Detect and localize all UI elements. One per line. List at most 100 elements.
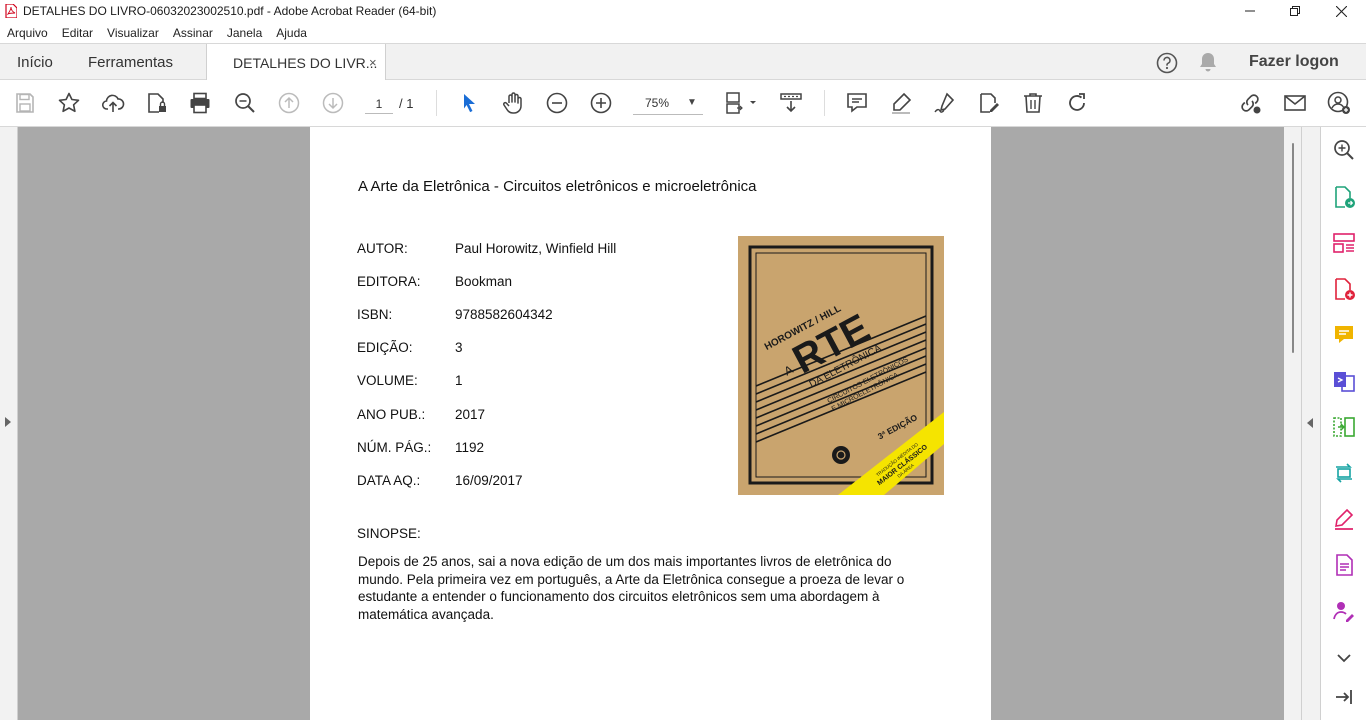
save-button[interactable]: [13, 91, 37, 115]
edit-pdf-tool[interactable]: [1331, 552, 1357, 578]
synopsis-label: SINOPSE:: [357, 526, 421, 541]
restore-icon: [1290, 6, 1300, 16]
select-tool-button[interactable]: [457, 91, 481, 115]
document-viewer[interactable]: A Arte da Eletrônica - Circuitos eletrôn…: [0, 127, 1320, 720]
chevron-down-icon: ▼: [687, 97, 697, 108]
convert-tool[interactable]: [1331, 460, 1357, 486]
upload-button[interactable]: [101, 91, 125, 115]
create-pdf-tool[interactable]: [1331, 276, 1357, 302]
title-bar: DETALHES DO LIVRO-06032023002510.pdf - A…: [0, 0, 1366, 22]
organize-pages-icon: [1333, 233, 1355, 253]
bookmark-button[interactable]: [57, 91, 81, 115]
field-value-publisher: Bookman: [455, 274, 513, 289]
chevron-right-icon: [5, 417, 11, 427]
fill-sign-tool[interactable]: [1331, 506, 1357, 532]
find-button[interactable]: [233, 91, 257, 115]
rotate-button[interactable]: [1065, 91, 1089, 115]
menu-arquivo[interactable]: Arquivo: [0, 26, 55, 40]
zoom-search-tool[interactable]: [1331, 137, 1357, 163]
upload-cloud-icon: [101, 94, 125, 112]
close-icon: [1335, 5, 1347, 17]
acrobat-app-icon: [5, 4, 17, 18]
combine-files-icon: [1334, 372, 1355, 392]
menu-visualizar[interactable]: Visualizar: [100, 26, 166, 40]
compress-tool[interactable]: [1331, 414, 1357, 440]
zoom-out-button[interactable]: [545, 91, 569, 115]
edit-button[interactable]: [977, 91, 1001, 115]
comment-icon: [1335, 326, 1353, 343]
scroll-mode-button[interactable]: [779, 91, 803, 115]
help-icon[interactable]: [1156, 52, 1178, 74]
share-link-icon: [1241, 94, 1261, 114]
menu-assinar[interactable]: Assinar: [166, 26, 220, 40]
close-window-button[interactable]: [1318, 0, 1364, 22]
login-button[interactable]: Fazer logon: [1249, 53, 1339, 71]
export-pdf-icon: [1335, 186, 1355, 208]
field-value-edition: 3: [455, 340, 463, 355]
comment-tool[interactable]: [1331, 322, 1357, 348]
menu-janela[interactable]: Janela: [220, 26, 269, 40]
field-value-volume: 1: [455, 373, 463, 388]
delete-button[interactable]: [1021, 91, 1045, 115]
email-button[interactable]: [1283, 91, 1307, 115]
next-page-button[interactable]: [321, 91, 345, 115]
toolbar-divider: [436, 90, 437, 116]
zoom-dropdown[interactable]: 75% ▼: [633, 93, 703, 115]
scrollbar-thumb[interactable]: [1292, 143, 1294, 353]
tab-document-label: DETALHES DO LIVR...: [233, 54, 378, 71]
field-label-year: ANO PUB.:: [357, 407, 426, 422]
combine-files-tool[interactable]: [1331, 368, 1357, 394]
left-pane-toggle[interactable]: [0, 127, 18, 720]
previous-page-button[interactable]: [277, 91, 301, 115]
share-link-button[interactable]: [1238, 91, 1262, 115]
book-title: A Arte da Eletrônica - Circuitos eletrôn…: [358, 178, 757, 195]
field-value-year: 2017: [455, 407, 486, 422]
protect-button[interactable]: [145, 91, 169, 115]
menu-ajuda[interactable]: Ajuda: [269, 26, 314, 40]
highlight-pen-icon: [892, 92, 912, 114]
publisher-logo: [832, 446, 850, 464]
fill-sign-icon: [1335, 508, 1354, 530]
restore-button[interactable]: [1272, 0, 1318, 22]
tab-home[interactable]: Início: [17, 44, 53, 80]
minimize-button[interactable]: [1227, 0, 1273, 22]
pdf-page: A Arte da Eletrônica - Circuitos eletrôn…: [310, 127, 991, 720]
collapse-pane-button[interactable]: [1331, 684, 1357, 710]
highlight-button[interactable]: [889, 91, 913, 115]
field-label-acquired: DATA AQ.:: [357, 473, 421, 488]
share-people-button[interactable]: [1327, 91, 1351, 115]
field-label-volume: VOLUME:: [357, 373, 418, 388]
comment-icon: [847, 93, 867, 113]
right-pane-toggle[interactable]: [1301, 127, 1320, 720]
notifications-bell-icon[interactable]: [1198, 51, 1218, 73]
save-icon: [16, 93, 34, 113]
scroll-mode-icon: [780, 93, 802, 113]
email-icon: [1284, 95, 1306, 111]
minimize-icon: [1245, 10, 1255, 12]
tab-tools[interactable]: Ferramentas: [88, 44, 173, 80]
sign-button[interactable]: [933, 91, 957, 115]
fit-page-icon: [726, 92, 756, 114]
main-toolbar: / 1 75% ▼: [0, 80, 1366, 127]
zoom-search-icon: [1334, 140, 1354, 160]
book-cover-art: HOROWITZ / HILL A RTE DA ELETRÔNICA CIRC…: [738, 236, 944, 495]
tab-close-icon[interactable]: ×: [369, 55, 377, 70]
comment-button[interactable]: [845, 91, 869, 115]
menu-editar[interactable]: Editar: [55, 26, 100, 40]
more-tools-button[interactable]: [1331, 645, 1357, 671]
request-signature-tool[interactable]: [1331, 598, 1357, 624]
print-button[interactable]: [188, 91, 212, 115]
field-value-pages: 1192: [455, 440, 485, 455]
synopsis-text: Depois de 25 anos, sai a nova edição de …: [358, 554, 905, 622]
toolbar-divider: [824, 90, 825, 116]
organize-pages-tool[interactable]: [1331, 230, 1357, 256]
export-pdf-tool[interactable]: [1331, 184, 1357, 210]
vertical-scrollbar[interactable]: [1284, 127, 1301, 720]
page-display-button[interactable]: [724, 91, 758, 115]
zoom-in-button[interactable]: [589, 91, 613, 115]
tab-document[interactable]: DETALHES DO LIVR... ×: [206, 44, 386, 81]
page-number-input[interactable]: [365, 94, 393, 114]
field-label-author: AUTOR:: [357, 241, 408, 256]
hand-tool-button[interactable]: [501, 91, 525, 115]
create-pdf-icon: [1335, 278, 1355, 300]
